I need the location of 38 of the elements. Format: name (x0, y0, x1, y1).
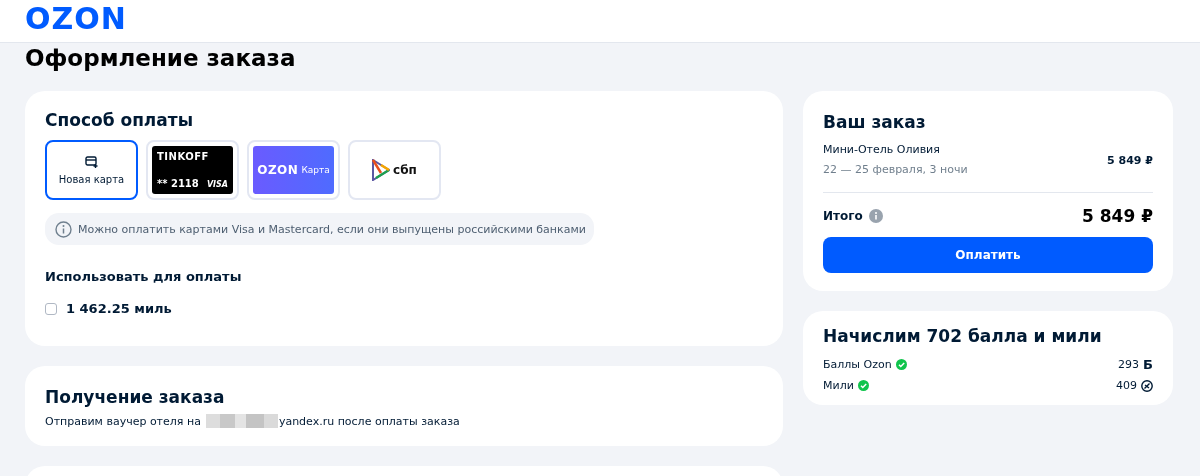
bank-name: TINKOFF (157, 151, 210, 162)
order-title: Ваш заказ (823, 111, 927, 133)
bonus-value: 293 (1118, 358, 1140, 371)
bonus-label: Баллы Ozon (823, 358, 892, 371)
checkbox[interactable] (45, 302, 57, 315)
sbp-option[interactable]: сбп (348, 140, 441, 200)
card-plus-icon (84, 155, 99, 168)
bonus-title: Начислим 702 балла и мили (823, 325, 1103, 347)
card-number: ** 2118 (157, 178, 199, 189)
check-badge-icon (857, 380, 869, 391)
notice-text: Можно оплатить картами Visa и Mastercard, если они выпущены российскими банками (78, 222, 586, 236)
card-type: Карта (301, 165, 330, 175)
hotel-name: Мини-Отель Оливия (823, 142, 941, 158)
page-title: Оформление заказа (25, 44, 297, 73)
bonus-label: Мили (823, 379, 854, 392)
ozon-card-option[interactable]: OZON Карта (247, 140, 340, 200)
points-unit: Б (1143, 357, 1153, 372)
section-title: Способ оплаты (45, 109, 195, 131)
new-card-option[interactable]: Новая карта (45, 140, 138, 200)
stay-dates: 22 — 25 февраля, 3 ночи (823, 162, 968, 178)
info-icon (868, 209, 883, 223)
sbp-logo-icon (372, 159, 391, 181)
bank-card-option[interactable]: TINKOFF ** 2118 VISA (146, 140, 239, 200)
section-title: Получение заказа (45, 386, 226, 408)
item-price: 5 849 ₽ (1107, 153, 1153, 167)
miles-label: 1 462.25 миль (66, 301, 172, 316)
section-subtitle: Использовать для оплаты (45, 269, 243, 285)
total-label: Итого (823, 209, 863, 223)
check-badge-icon (895, 359, 907, 370)
card-brand: OZON (257, 163, 299, 177)
bonus-value: 409 (1116, 379, 1137, 392)
card-network: VISA (206, 180, 228, 189)
ozon-logo[interactable]: OZON (25, 1, 127, 37)
info-icon (55, 220, 72, 238)
voucher-text: yandex.ru после оплаты заказа (278, 414, 460, 428)
voucher-text: Отправим ваучер отеля на (45, 414, 201, 428)
pay-button[interactable]: Оплатить (823, 237, 1153, 273)
total-amount: 5 849 ₽ (1082, 206, 1153, 226)
